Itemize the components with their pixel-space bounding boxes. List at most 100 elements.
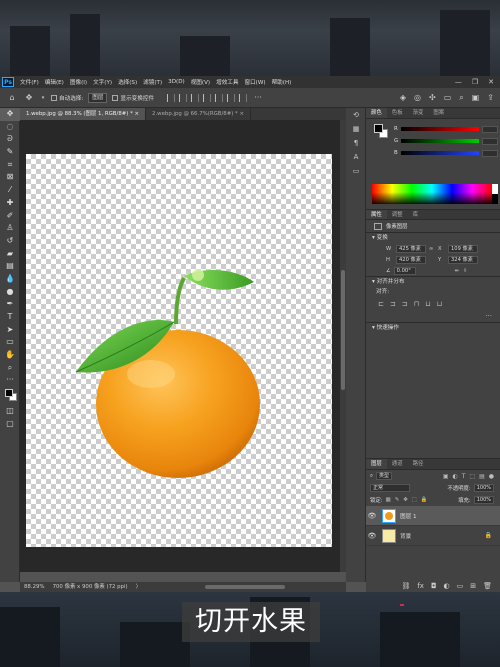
menu-file[interactable]: 文件(F) bbox=[17, 78, 42, 86]
opacity-field[interactable]: 100% bbox=[473, 484, 494, 492]
flip-vertical-icon[interactable]: ⇳ bbox=[463, 268, 467, 274]
orange-image[interactable] bbox=[26, 154, 332, 547]
layer-name[interactable]: 图层 1 bbox=[400, 512, 417, 520]
orbit-icon[interactable]: ◎ bbox=[414, 93, 421, 103]
camera-icon[interactable]: ▭ bbox=[444, 93, 452, 103]
chevron-right-icon[interactable]: 〉 bbox=[136, 582, 141, 592]
show-transform-checkbox[interactable]: 显示变换控件 bbox=[112, 94, 154, 102]
filter-smart-icon[interactable]: ▤ bbox=[479, 473, 485, 480]
close-icon[interactable]: × bbox=[135, 111, 140, 117]
lasso-tool-icon[interactable]: ᘐ bbox=[0, 133, 20, 146]
filter-type-icon[interactable]: T bbox=[462, 473, 466, 480]
lock-transparent-icon[interactable]: ▦ bbox=[386, 497, 391, 503]
tab-swatches[interactable]: 色板 bbox=[387, 108, 408, 118]
hand-tool-icon[interactable]: ✋ bbox=[0, 349, 20, 362]
filter-shape-icon[interactable]: ⬚ bbox=[469, 473, 475, 480]
lock-icon[interactable]: 🔒 bbox=[485, 532, 492, 539]
tab-properties[interactable]: 属性 bbox=[366, 210, 387, 219]
link-layers-icon[interactable]: ⛓ bbox=[401, 582, 410, 590]
menu-view[interactable]: 视图(V) bbox=[188, 78, 213, 86]
minimize-icon[interactable]: — bbox=[455, 78, 462, 86]
tab-layers[interactable]: 图层 bbox=[366, 459, 387, 469]
adjustment-layer-icon[interactable]: ◐ bbox=[444, 582, 450, 590]
color-panel-swatches[interactable] bbox=[374, 124, 388, 138]
x-field[interactable]: 109 像素 bbox=[448, 244, 478, 253]
lock-position-icon[interactable]: ✥ bbox=[403, 497, 408, 503]
align-right-edges-icon[interactable]: ⊐ bbox=[402, 300, 408, 308]
new-group-icon[interactable]: ▭ bbox=[457, 582, 464, 590]
fx-icon[interactable]: fx bbox=[417, 582, 424, 590]
filter-adjust-icon[interactable]: ◐ bbox=[452, 473, 457, 480]
canvas-area[interactable] bbox=[20, 120, 340, 572]
dodge-tool-icon[interactable]: ● bbox=[0, 286, 20, 299]
add-mask-icon[interactable]: ◘ bbox=[431, 582, 437, 590]
slider-value-g[interactable] bbox=[482, 137, 498, 145]
more-options-icon[interactable]: ··· bbox=[485, 312, 492, 320]
lock-artboard-icon[interactable]: ⬚ bbox=[412, 497, 417, 503]
search-icon[interactable]: ⌕ bbox=[459, 93, 463, 103]
align-left-edges-icon[interactable]: ⊏ bbox=[378, 300, 384, 308]
history-brush-tool-icon[interactable]: ↺ bbox=[0, 235, 20, 248]
chevron-down-icon[interactable]: ▾ bbox=[40, 92, 46, 104]
menu-type[interactable]: 文字(Y) bbox=[90, 78, 115, 86]
document-canvas[interactable] bbox=[26, 154, 332, 547]
align-bottom-edges-icon[interactable]: ⊔ bbox=[437, 300, 442, 308]
scroll-thumb[interactable] bbox=[205, 585, 285, 589]
menu-3d[interactable]: 3D(D) bbox=[165, 79, 188, 85]
tab-channels[interactable]: 通道 bbox=[387, 459, 408, 469]
fill-field[interactable]: 100% bbox=[473, 496, 494, 504]
quick-select-tool-icon[interactable]: ✎ bbox=[0, 146, 20, 159]
menu-help[interactable]: 帮助(H) bbox=[269, 78, 295, 86]
align-right-icon[interactable] bbox=[191, 93, 200, 102]
filter-toggle-icon[interactable]: ● bbox=[489, 473, 494, 480]
brush-tool-icon[interactable]: ✐ bbox=[0, 210, 20, 223]
eraser-tool-icon[interactable]: ▰ bbox=[0, 248, 20, 261]
move-tool-icon[interactable]: ✥ bbox=[23, 92, 35, 104]
align-left-icon[interactable] bbox=[167, 93, 176, 102]
width-field[interactable]: 425 像素 bbox=[396, 244, 426, 253]
tab-patterns[interactable]: 图案 bbox=[428, 108, 449, 118]
align-section-header[interactable]: ▾ 对齐并分布 bbox=[366, 276, 500, 287]
tab-libraries[interactable]: 库 bbox=[408, 210, 423, 219]
delete-layer-icon[interactable]: 🗑 bbox=[483, 582, 492, 590]
color-swatches[interactable] bbox=[0, 387, 20, 405]
close-icon[interactable]: × bbox=[239, 111, 244, 117]
align-middle-icon[interactable] bbox=[215, 93, 224, 102]
align-bottom-icon[interactable] bbox=[227, 93, 236, 102]
align-top-icon[interactable] bbox=[203, 93, 212, 102]
tab-gradients[interactable]: 渐变 bbox=[408, 108, 429, 118]
layer-row-background[interactable]: 👁 背景 🔒 bbox=[366, 526, 500, 546]
paragraph-icon[interactable]: ¶ bbox=[346, 136, 366, 150]
tab-document-1[interactable]: 1.webp.jpg @ 88.3% (图层 1, RGB/8#) * × bbox=[20, 108, 147, 120]
auto-select-checkbox[interactable]: 自动选择: bbox=[51, 94, 83, 102]
color-spectrum[interactable] bbox=[372, 184, 498, 204]
eyedropper-tool-icon[interactable]: ⁄ bbox=[0, 184, 20, 197]
menu-plugins[interactable]: 增效工具 bbox=[213, 78, 241, 86]
align-top-edges-icon[interactable]: ⊓ bbox=[414, 300, 419, 308]
angle-field[interactable]: 0.00° bbox=[393, 266, 416, 275]
close-icon[interactable]: ✕ bbox=[488, 78, 494, 86]
more-tools-icon[interactable]: ··· bbox=[0, 374, 20, 387]
workspace-icon[interactable]: ▣ bbox=[472, 93, 480, 103]
slider-r[interactable]: R bbox=[394, 125, 498, 133]
menu-image[interactable]: 图像(I) bbox=[67, 78, 90, 86]
kind-filter-dropdown[interactable]: 类型 bbox=[376, 472, 393, 480]
zoom-level[interactable]: 88.29% bbox=[24, 582, 45, 592]
shape-tool-icon[interactable]: ▭ bbox=[0, 336, 20, 349]
menu-filter[interactable]: 滤镜(T) bbox=[140, 78, 165, 86]
3d-mode-icon[interactable]: ◈ bbox=[400, 93, 406, 103]
flip-horizontal-icon[interactable]: ⇹ bbox=[455, 268, 459, 274]
align-center-icon[interactable] bbox=[179, 93, 188, 102]
lock-image-icon[interactable]: ✎ bbox=[395, 497, 400, 503]
restore-icon[interactable]: ❐ bbox=[472, 78, 478, 86]
quick-actions-header[interactable]: ▾ 快速操作 bbox=[366, 322, 500, 333]
filter-pixel-icon[interactable]: ▣ bbox=[443, 473, 449, 480]
history-icon[interactable]: ⟲ bbox=[346, 108, 366, 122]
scroll-thumb[interactable] bbox=[341, 270, 345, 390]
foreground-color[interactable] bbox=[374, 124, 383, 133]
tab-paths[interactable]: 路径 bbox=[408, 459, 429, 469]
crop-tool-icon[interactable]: ⌗ bbox=[0, 159, 20, 172]
eye-icon[interactable]: 👁 bbox=[366, 512, 378, 520]
eye-icon[interactable]: 👁 bbox=[366, 532, 378, 540]
slider-track-g[interactable] bbox=[401, 139, 479, 143]
